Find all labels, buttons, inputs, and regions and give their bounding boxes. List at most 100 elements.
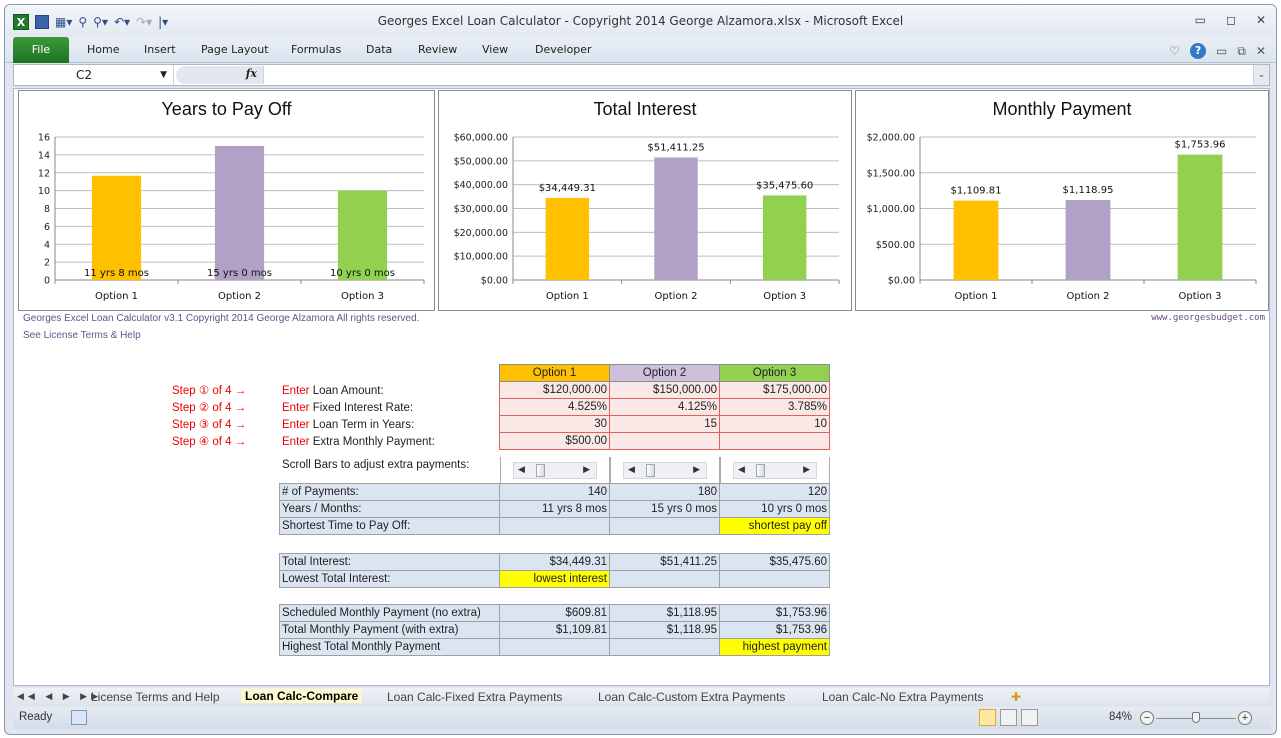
scrollbar-option-2[interactable]: ◀ ▶ (623, 461, 707, 479)
zoom-out-icon[interactable]: − (1140, 711, 1154, 725)
sheet-tab-compare[interactable]: Loan Calc-Compare (241, 689, 363, 703)
interest-rate-cell[interactable]: 4.125% (609, 398, 720, 416)
result-cell[interactable]: $1,118.95 (609, 604, 720, 622)
close-button[interactable]: ✕ (1256, 13, 1266, 27)
scroll-thumb[interactable] (646, 463, 655, 477)
highlight-cell[interactable]: lowest interest (499, 570, 610, 588)
tab-home[interactable]: Home (87, 43, 119, 56)
extra-payment-cell[interactable]: $500.00 (499, 432, 610, 450)
sheet-tab-no-extra[interactable]: Loan Calc-No Extra Payments (822, 690, 983, 704)
interest-rate-cell[interactable]: 4.525% (499, 398, 610, 416)
option-1-header[interactable]: Option 1 (499, 364, 610, 382)
restore-button[interactable]: ◻ (1226, 13, 1236, 27)
result-cell[interactable] (719, 570, 830, 588)
insert-function-icon[interactable]: fx (246, 67, 257, 80)
result-cell[interactable]: $1,753.96 (719, 621, 830, 639)
result-cell[interactable] (499, 517, 610, 535)
option-2-header[interactable]: Option 2 (609, 364, 720, 382)
formula-input[interactable] (266, 65, 1251, 85)
scroll-thumb[interactable] (756, 463, 765, 477)
result-cell[interactable]: $34,449.31 (499, 553, 610, 571)
result-cell[interactable] (609, 570, 720, 588)
sheet-tab-license[interactable]: License Terms and Help (91, 690, 220, 704)
result-cell[interactable] (499, 638, 610, 656)
result-label[interactable]: # of Payments: (279, 483, 500, 501)
result-cell[interactable]: $1,118.95 (609, 621, 720, 639)
ribbon-minimize-icon[interactable]: ♡ (1169, 44, 1180, 58)
result-label[interactable]: Highest Total Monthly Payment (279, 638, 500, 656)
loan-term-cell[interactable]: 30 (499, 415, 610, 433)
result-cell[interactable]: 140 (499, 483, 610, 501)
result-cell[interactable] (609, 517, 720, 535)
tab-data[interactable]: Data (366, 43, 392, 56)
worksheet[interactable]: Years to Pay Off 0 2 4 6 8 10 12 14 16 11 yrs 8 m… (13, 88, 1270, 686)
zoom-slider[interactable]: − + (1140, 711, 1252, 725)
result-cell[interactable]: 120 (719, 483, 830, 501)
result-cell[interactable]: 10 yrs 0 mos (719, 500, 830, 518)
page-break-view-icon[interactable] (1021, 709, 1038, 726)
option-3-header[interactable]: Option 3 (719, 364, 830, 382)
workbook-close-button[interactable]: ✕ (1256, 44, 1266, 58)
result-cell[interactable]: 15 yrs 0 mos (609, 500, 720, 518)
chart-total-interest[interactable]: Total Interest $0.00 $10,000.00 $20,000.00… (438, 90, 852, 311)
page-layout-view-icon[interactable] (1000, 709, 1017, 726)
result-cell[interactable]: $35,475.60 (719, 553, 830, 571)
scroll-left-icon[interactable]: ◀ (518, 465, 525, 475)
scroll-right-icon[interactable]: ▶ (693, 465, 700, 475)
result-cell[interactable]: $1,753.96 (719, 604, 830, 622)
scroll-left-icon[interactable]: ◀ (628, 465, 635, 475)
normal-view-icon[interactable] (979, 709, 996, 726)
scrollbar-option-1[interactable]: ◀ ▶ (513, 461, 597, 479)
result-cell[interactable]: $51,411.25 (609, 553, 720, 571)
tab-formulas[interactable]: Formulas (291, 43, 341, 56)
loan-amount-cell[interactable]: $175,000.00 (719, 381, 830, 399)
minimize-button[interactable]: ▭ (1195, 13, 1206, 27)
result-cell[interactable] (609, 638, 720, 656)
result-cell[interactable]: 11 yrs 8 mos (499, 500, 610, 518)
tab-developer[interactable]: Developer (535, 43, 592, 56)
tab-insert[interactable]: Insert (144, 43, 176, 56)
scroll-right-icon[interactable]: ▶ (803, 465, 810, 475)
sheet-tab-custom-extra[interactable]: Loan Calc-Custom Extra Payments (598, 690, 785, 704)
chart-monthly-payment[interactable]: Monthly Payment $0.00 $500.00 $1,000.00 $1,… (855, 90, 1269, 311)
result-label[interactable]: Years / Months: (279, 500, 500, 518)
zoom-level[interactable]: 84% (1109, 711, 1132, 723)
website-link[interactable]: www.georgesbudget.com (1151, 313, 1265, 323)
scroll-left-icon[interactable]: ◀ (738, 465, 745, 475)
scrollbar-option-3[interactable]: ◀ ▶ (733, 461, 817, 479)
loan-term-cell[interactable]: 10 (719, 415, 830, 433)
loan-term-cell[interactable]: 15 (609, 415, 720, 433)
result-label[interactable]: Total Interest: (279, 553, 500, 571)
zoom-thumb[interactable] (1192, 712, 1200, 723)
zoom-in-icon[interactable]: + (1238, 711, 1252, 725)
chart-years-to-pay-off[interactable]: Years to Pay Off 0 2 4 6 8 10 12 14 16 11 yrs 8 m… (18, 90, 435, 311)
license-link[interactable]: See License Terms & Help (23, 330, 141, 341)
chevron-down-icon[interactable]: ▼ (160, 65, 167, 85)
highlight-cell[interactable]: shortest pay off (719, 517, 830, 535)
result-label[interactable]: Total Monthly Payment (with extra) (279, 621, 500, 639)
result-cell[interactable]: $609.81 (499, 604, 610, 622)
scroll-right-icon[interactable]: ▶ (583, 465, 590, 475)
tab-file[interactable]: File (13, 37, 69, 63)
macro-record-icon[interactable] (71, 710, 87, 725)
loan-amount-cell[interactable]: $120,000.00 (499, 381, 610, 399)
tab-view[interactable]: View (482, 43, 508, 56)
highlight-cell[interactable]: highest payment (719, 638, 830, 656)
tab-page-layout[interactable]: Page Layout (201, 43, 269, 56)
sheet-nav-buttons[interactable]: ◀◀ ◀ ▶ ▶▶ (17, 691, 102, 702)
result-label[interactable]: Scheduled Monthly Payment (no extra) (279, 604, 500, 622)
help-icon[interactable]: ? (1190, 43, 1207, 59)
insert-sheet-icon[interactable]: ✚ (1011, 690, 1021, 704)
tab-review[interactable]: Review (418, 43, 457, 56)
extra-payment-cell[interactable] (719, 432, 830, 450)
workbook-restore-button[interactable]: ⧉ (1237, 44, 1246, 59)
interest-rate-cell[interactable]: 3.785% (719, 398, 830, 416)
name-box[interactable]: C2 ▼ (14, 65, 174, 85)
loan-amount-cell[interactable]: $150,000.00 (609, 381, 720, 399)
result-label[interactable]: Lowest Total Interest: (279, 570, 500, 588)
extra-payment-cell[interactable] (609, 432, 720, 450)
workbook-minimize-button[interactable]: ▭ (1216, 44, 1227, 58)
result-cell[interactable]: 180 (609, 483, 720, 501)
result-label[interactable]: Shortest Time to Pay Off: (279, 517, 500, 535)
sheet-tab-fixed-extra[interactable]: Loan Calc-Fixed Extra Payments (387, 690, 562, 704)
